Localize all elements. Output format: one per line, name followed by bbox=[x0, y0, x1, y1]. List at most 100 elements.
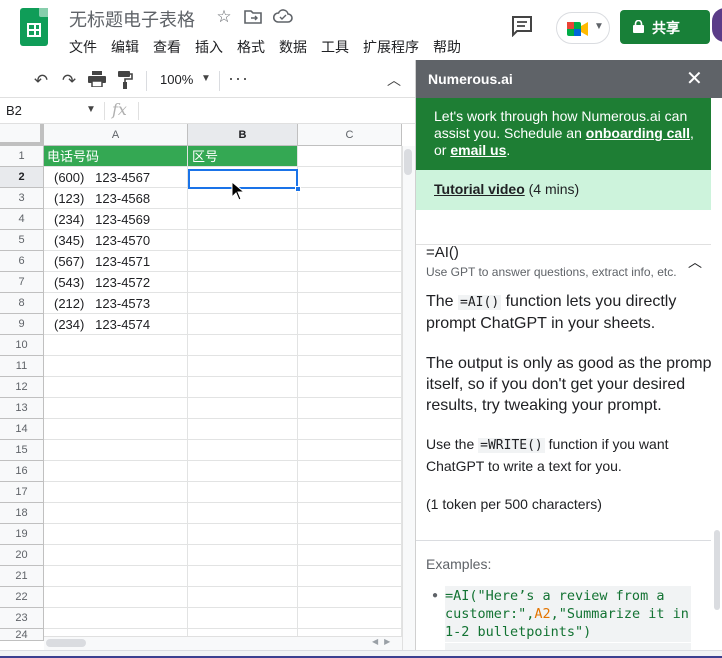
grid-cell[interactable] bbox=[298, 356, 402, 377]
header-cell-phone[interactable]: 电话号码 bbox=[44, 146, 188, 167]
chevron-up-icon[interactable]: ︿ bbox=[688, 252, 702, 272]
phone-number-cell[interactable]: (543) 123-4572 bbox=[44, 272, 188, 293]
grid-cell[interactable] bbox=[188, 230, 298, 251]
grid-cell[interactable] bbox=[298, 251, 402, 272]
row-header[interactable]: 14 bbox=[0, 419, 44, 440]
grid-cell[interactable] bbox=[188, 461, 298, 482]
grid-cell[interactable] bbox=[298, 335, 402, 356]
grid-cell[interactable] bbox=[188, 503, 298, 524]
panel-scroll-thumb[interactable] bbox=[714, 530, 720, 610]
phone-number-cell[interactable]: (234) 123-4574 bbox=[44, 314, 188, 335]
grid-cell[interactable] bbox=[188, 419, 298, 440]
row-header[interactable]: 7 bbox=[0, 272, 44, 293]
phone-number-cell[interactable]: (234) 123-4569 bbox=[44, 209, 188, 230]
zoom-select[interactable]: 100% bbox=[160, 72, 193, 87]
grid-cell[interactable] bbox=[44, 377, 188, 398]
redo-icon[interactable]: ↷ bbox=[59, 71, 79, 91]
row-header[interactable]: 24 bbox=[0, 629, 44, 641]
row-header[interactable]: 19 bbox=[0, 524, 44, 545]
select-all-corner[interactable] bbox=[0, 124, 44, 146]
grid-cell[interactable] bbox=[44, 566, 188, 587]
grid-cell[interactable] bbox=[44, 440, 188, 461]
grid-cell[interactable] bbox=[298, 167, 402, 188]
phone-number-cell[interactable]: (212) 123-4573 bbox=[44, 293, 188, 314]
menu-file[interactable]: 文件 bbox=[69, 37, 97, 57]
document-title[interactable]: 无标题电子表格 bbox=[69, 6, 195, 32]
grid-cell[interactable] bbox=[298, 461, 402, 482]
column-header-c[interactable]: C bbox=[298, 124, 402, 146]
grid-cell[interactable] bbox=[298, 524, 402, 545]
row-header[interactable]: 1 bbox=[0, 146, 44, 167]
grid-cell[interactable] bbox=[188, 608, 298, 629]
row-header[interactable]: 21 bbox=[0, 566, 44, 587]
grid-cell[interactable] bbox=[188, 356, 298, 377]
phone-number-cell[interactable]: (600) 123-4567 bbox=[44, 167, 188, 188]
grid-cell[interactable] bbox=[298, 314, 402, 335]
horizontal-scroll-thumb[interactable] bbox=[46, 639, 86, 647]
chevron-up-icon[interactable]: ︿ bbox=[387, 70, 401, 90]
grid-cell[interactable] bbox=[298, 209, 402, 230]
row-header[interactable]: 18 bbox=[0, 503, 44, 524]
grid-cell[interactable] bbox=[188, 482, 298, 503]
grid-cell[interactable] bbox=[298, 482, 402, 503]
row-header[interactable]: 8 bbox=[0, 293, 44, 314]
vertical-scroll-thumb[interactable] bbox=[404, 149, 412, 175]
row-header[interactable]: 12 bbox=[0, 377, 44, 398]
email-us-link[interactable]: email us bbox=[450, 142, 506, 158]
grid-cell[interactable] bbox=[188, 335, 298, 356]
share-button[interactable]: 共享 bbox=[620, 10, 710, 44]
column-header-a[interactable]: A bbox=[44, 124, 188, 146]
avatar[interactable] bbox=[712, 8, 722, 42]
close-icon[interactable]: ✕ bbox=[686, 66, 703, 91]
column-header-b[interactable]: B bbox=[188, 124, 298, 146]
row-header[interactable]: 3 bbox=[0, 188, 44, 209]
more-options-icon[interactable]: ··· bbox=[228, 68, 249, 89]
grid-cell[interactable] bbox=[298, 293, 402, 314]
grid-cell[interactable] bbox=[44, 461, 188, 482]
chevron-down-icon[interactable]: ▼ bbox=[201, 73, 211, 84]
tutorial-video-link[interactable]: Tutorial video bbox=[434, 181, 525, 197]
grid-cell[interactable] bbox=[188, 377, 298, 398]
fill-handle[interactable] bbox=[295, 186, 301, 192]
row-header[interactable]: 15 bbox=[0, 440, 44, 461]
undo-icon[interactable]: ↶ bbox=[31, 71, 51, 91]
menu-data[interactable]: 数据 bbox=[279, 37, 307, 57]
row-header[interactable]: 13 bbox=[0, 398, 44, 419]
grid-cell[interactable] bbox=[44, 608, 188, 629]
grid-cell[interactable] bbox=[298, 272, 402, 293]
grid-cell[interactable] bbox=[298, 419, 402, 440]
sheets-logo-icon[interactable] bbox=[20, 8, 48, 46]
row-header[interactable]: 2 bbox=[0, 167, 44, 188]
menu-tools[interactable]: 工具 bbox=[321, 37, 349, 57]
grid-cell[interactable] bbox=[188, 293, 298, 314]
grid-cell[interactable] bbox=[44, 482, 188, 503]
row-header[interactable]: 20 bbox=[0, 545, 44, 566]
phone-number-cell[interactable]: (123) 123-4568 bbox=[44, 188, 188, 209]
phone-number-cell[interactable]: (567) 123-4571 bbox=[44, 251, 188, 272]
row-header[interactable]: 11 bbox=[0, 356, 44, 377]
row-header[interactable]: 23 bbox=[0, 608, 44, 629]
grid-cell[interactable] bbox=[44, 335, 188, 356]
grid-cell[interactable] bbox=[188, 209, 298, 230]
grid-cell[interactable] bbox=[298, 188, 402, 209]
grid-cell[interactable] bbox=[298, 398, 402, 419]
grid-cell[interactable] bbox=[188, 272, 298, 293]
horizontal-scrollbar[interactable] bbox=[44, 636, 402, 650]
grid-cell[interactable] bbox=[44, 398, 188, 419]
grid-cell[interactable] bbox=[298, 566, 402, 587]
menu-edit[interactable]: 编辑 bbox=[111, 37, 139, 57]
menu-extensions[interactable]: 扩展程序 bbox=[363, 37, 419, 57]
grid-cell[interactable] bbox=[298, 146, 402, 167]
grid-cell[interactable] bbox=[44, 419, 188, 440]
print-icon[interactable] bbox=[87, 71, 107, 91]
scroll-arrows-icon[interactable]: ◀▶ bbox=[372, 637, 396, 646]
grid-cell[interactable] bbox=[44, 503, 188, 524]
comment-history-icon[interactable] bbox=[510, 15, 534, 38]
grid-cell[interactable] bbox=[298, 608, 402, 629]
row-header[interactable]: 9 bbox=[0, 314, 44, 335]
chevron-down-icon[interactable]: ▼ bbox=[86, 104, 96, 115]
grid-cell[interactable] bbox=[44, 545, 188, 566]
vertical-scrollbar[interactable] bbox=[402, 146, 415, 650]
row-header[interactable]: 22 bbox=[0, 587, 44, 608]
row-header[interactable]: 4 bbox=[0, 209, 44, 230]
